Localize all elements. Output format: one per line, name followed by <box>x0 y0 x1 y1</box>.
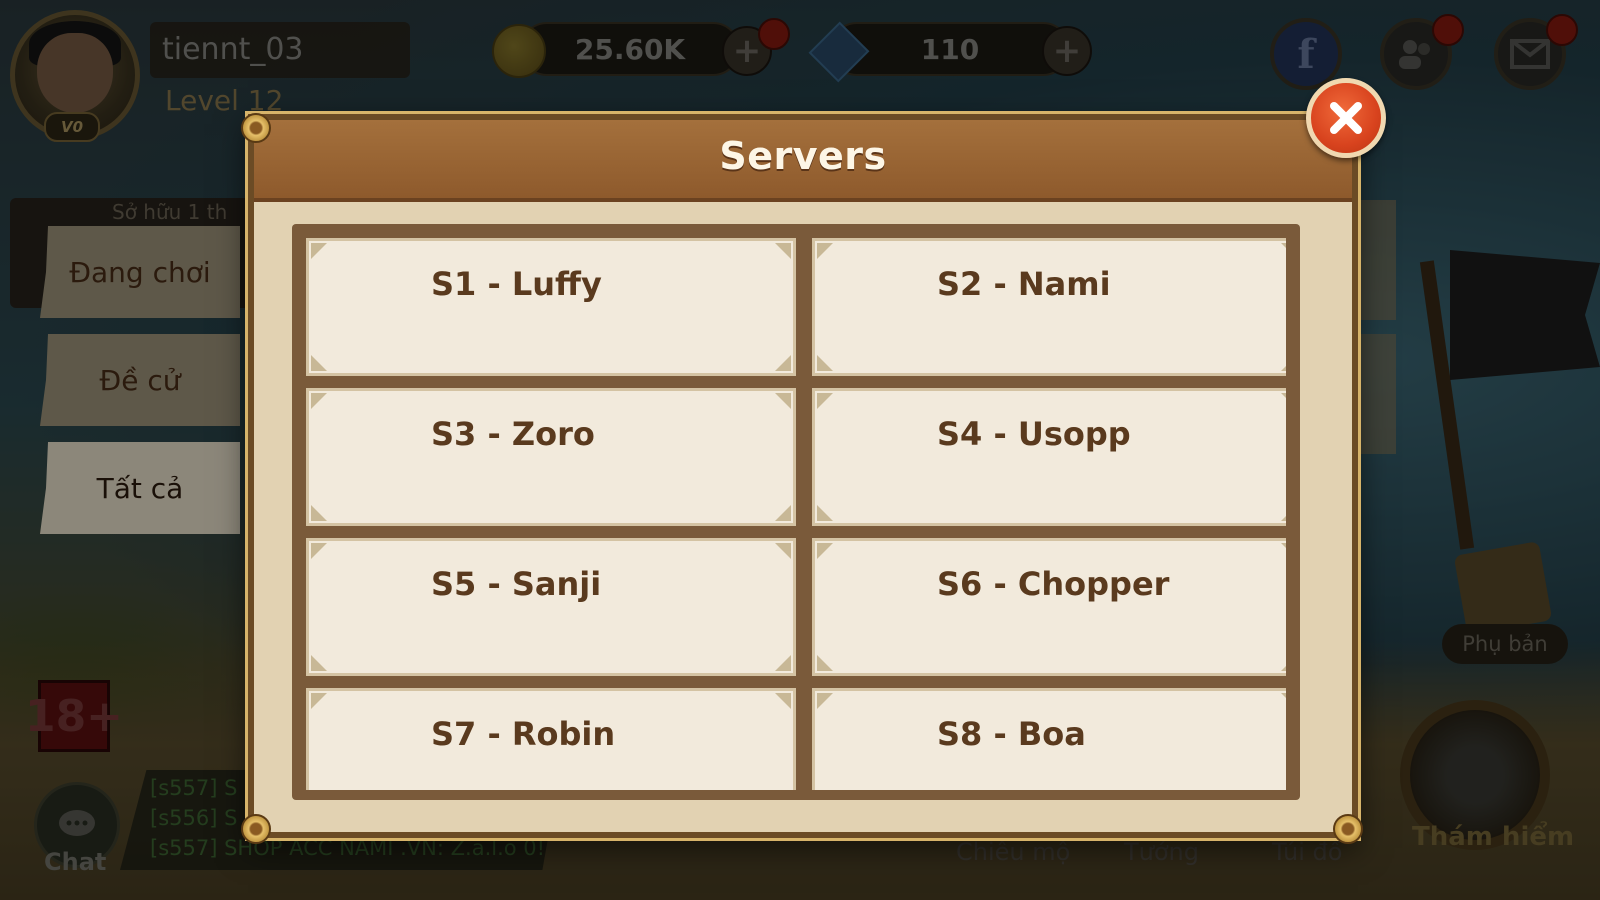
server-label: S3 - Zoro <box>431 415 595 453</box>
server-label: S5 - Sanji <box>431 565 602 603</box>
server-item-s5[interactable]: S5 - Sanji <box>306 538 796 676</box>
server-item-s6[interactable]: S6 - Chopper <box>812 538 1286 676</box>
close-button[interactable] <box>1306 78 1386 158</box>
server-item-s3[interactable]: S3 - Zoro <box>306 388 796 526</box>
server-label: S7 - Robin <box>431 715 616 753</box>
servers-dialog: Servers S1 - Luffy S2 - Nami S3 - Zoro S… <box>248 114 1358 838</box>
frame-corner-ornament <box>1333 814 1363 844</box>
server-label: S8 - Boa <box>937 715 1086 753</box>
server-list[interactable]: S1 - Luffy S2 - Nami S3 - Zoro S4 - Usop… <box>306 238 1286 790</box>
server-item-s7[interactable]: S7 - Robin <box>306 688 796 790</box>
server-item-s8[interactable]: S8 - Boa <box>812 688 1286 790</box>
server-list-panel: S1 - Luffy S2 - Nami S3 - Zoro S4 - Usop… <box>292 224 1300 800</box>
server-label: S2 - Nami <box>937 265 1111 303</box>
server-label: S1 - Luffy <box>431 265 602 303</box>
close-icon <box>1330 102 1362 134</box>
frame-corner-ornament <box>241 814 271 844</box>
dialog-title: Servers <box>719 134 887 178</box>
server-item-s1[interactable]: S1 - Luffy <box>306 238 796 376</box>
server-item-s4[interactable]: S4 - Usopp <box>812 388 1286 526</box>
frame-corner-ornament <box>241 113 271 143</box>
server-label: S6 - Chopper <box>937 565 1170 603</box>
server-label: S4 - Usopp <box>937 415 1131 453</box>
server-item-s2[interactable]: S2 - Nami <box>812 238 1286 376</box>
dialog-header: Servers <box>254 120 1352 202</box>
